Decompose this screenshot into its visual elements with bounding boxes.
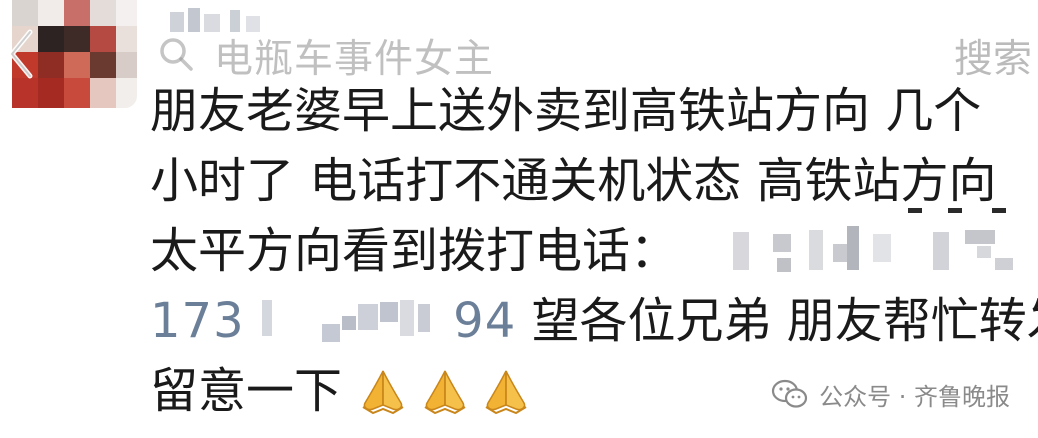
post-text: 朋友老婆早上送外卖到高铁站方向 几个 小时了 电话打不通关机状态 高铁站方向 太…	[150, 76, 1038, 426]
blurred-phone-mosaic-1	[733, 224, 1033, 284]
back-chevron-icon[interactable]	[6, 28, 34, 80]
phone-prefix: 173	[150, 293, 245, 349]
watermark: 公众号 · 齐鲁晚报	[771, 376, 1010, 412]
praying-hands-icon	[424, 370, 466, 415]
post-line-3-text: 太平方向看到拨打电话：	[150, 223, 679, 279]
dashed-underline	[908, 208, 1006, 213]
post-line-4: 173 94 望各位兄弟 朋友帮忙转发	[150, 286, 1038, 356]
wechat-icon	[772, 379, 808, 408]
praying-hands-icon	[362, 370, 404, 415]
emoji-group	[361, 364, 530, 434]
praying-hands-icon	[485, 370, 527, 415]
post-line-4-text: 望各位兄弟 朋友帮忙转发	[531, 293, 1038, 349]
blurred-phone-mosaic-2	[260, 294, 438, 354]
post-line-2: 小时了 电话打不通关机状态 高铁站方向	[150, 146, 1030, 216]
search-icon	[160, 38, 193, 71]
search-bar: 电瓶车事件女主 搜索	[0, 0, 1038, 108]
phone-suffix: 94	[453, 293, 517, 349]
post-line-3: 太平方向看到拨打电话：	[150, 216, 1030, 286]
post-line-2-text: 小时了 电话打不通关机状态 高铁站方向	[150, 153, 997, 209]
watermark-text: 公众号 · 齐鲁晚报	[819, 382, 1010, 411]
screenshot-page: 电瓶车事件女主 搜索 朋友老婆早上送外卖到高铁站方向 几个 小时了 电话打不通关…	[0, 0, 1038, 438]
post-line-5-text: 留意一下	[150, 363, 343, 419]
post-line-1: 朋友老婆早上送外卖到高铁站方向 几个	[150, 83, 982, 139]
